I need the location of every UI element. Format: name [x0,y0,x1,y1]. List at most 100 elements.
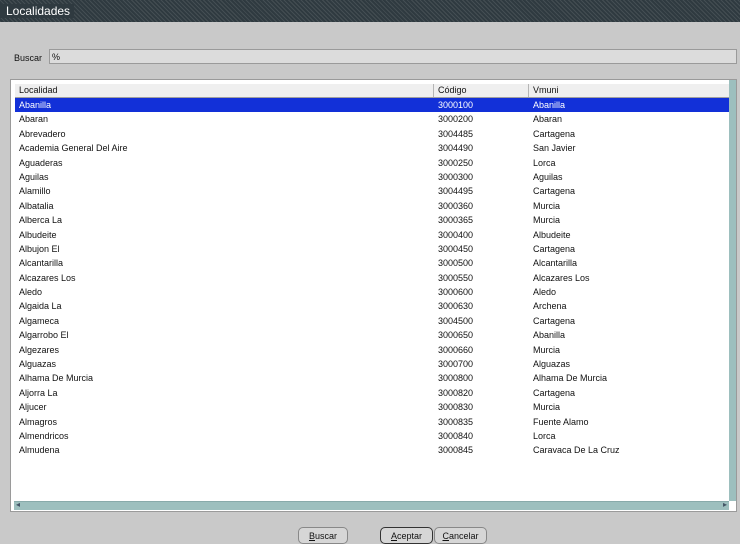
codigo-cell: 3000500 [438,258,474,269]
vmuni-cell: Murcia [533,215,561,226]
codigo-cell: 3000365 [438,215,474,226]
codigo-cell: 3004490 [438,143,474,154]
codigo-cell: 3000845 [438,445,474,456]
localidad-cell: Alhama De Murcia [19,373,94,384]
table-row[interactable]: Alberca La 3000365 Murcia [15,213,730,227]
column-header-localidad[interactable]: Localidad [15,84,434,97]
grid-body: Abanilla 3000100 Abanilla Abaran 3000200 Abar… [15,98,730,458]
table-row[interactable]: Academia General Del Aire 3004490 San Javi… [15,141,730,155]
table-row[interactable]: Aguilas 3000300 Aguilas [15,170,730,184]
localidad-cell: Abrevadero [19,128,66,139]
table-row[interactable]: Abanilla 3000100 Abanilla [15,98,730,113]
vmuni-cell: Cartagena [533,387,576,398]
vmuni-cell: Aledo [533,287,557,298]
vmuni-cell: San Javier [533,143,576,154]
codigo-cell: 3000820 [438,387,474,398]
vmuni-cell: Murcia [533,200,561,211]
table-row[interactable]: Alcantarilla 3000500 Alcantarilla [15,256,730,270]
table-row[interactable]: Aledo 3000600 Aledo [15,285,730,299]
codigo-cell: 3000650 [438,330,474,341]
localidad-cell: Algameca [19,315,60,326]
table-row[interactable]: Algarrobo El 3000650 Abanilla [15,328,730,342]
column-header-codigo[interactable]: Código [434,84,529,97]
localidad-cell: Almendricos [19,430,69,441]
table-row[interactable]: Alguazas 3000700 Alguazas [15,357,730,371]
horizontal-scrollbar[interactable]: ◂ ▸ [14,500,729,510]
localidad-cell: Albatalia [19,200,54,211]
localidad-cell: Alguazas [19,359,57,370]
vmuni-cell: Fuente Alamo [533,416,589,427]
table-row[interactable]: Aljucer 3000830 Murcia [15,400,730,414]
localidad-cell: Almudena [19,445,60,456]
codigo-cell: 3000700 [438,359,474,370]
vmuni-cell: Cartagena [533,186,576,197]
vmuni-cell: Alhama De Murcia [533,373,608,384]
localidad-cell: Algezares [19,344,60,355]
search-input[interactable] [49,49,737,64]
vmuni-cell: Alcantarilla [533,258,578,269]
window-title: Localidades [0,4,75,18]
table-row[interactable]: Almudena 3000845 Caravaca De La Cruz [15,443,730,457]
vmuni-cell: Albudeite [533,229,571,240]
vmuni-cell: Lorca [533,157,556,168]
localidad-cell: Albudeite [19,229,57,240]
vertical-scrollbar[interactable] [729,80,736,501]
table-row[interactable]: Aljorra La 3000820 Cartagena [15,386,730,400]
vmuni-cell: Abaran [533,114,563,125]
accept-button[interactable]: Aceptar [380,527,433,544]
table-row[interactable]: Almendricos 3000840 Lorca [15,429,730,443]
localidad-cell: Alcantarilla [19,258,64,269]
results-grid-frame: Localidad Código Vmuni Abanilla 3000100 Ab… [10,79,737,512]
localidad-cell: Alberca La [19,215,63,226]
localidad-cell: Aledo [19,287,43,298]
vmuni-cell: Lorca [533,430,556,441]
localidad-cell: Aljorra La [19,387,58,398]
vmuni-cell: Caravaca De La Cruz [533,445,620,456]
table-row[interactable]: Almagros 3000835 Fuente Alamo [15,415,730,429]
search-label: Buscar [14,53,43,63]
codigo-cell: 3000200 [438,114,474,125]
codigo-cell: 3004485 [438,128,474,139]
table-row[interactable]: Abaran 3000200 Abaran [15,112,730,126]
localidad-cell: Almagros [19,416,58,427]
codigo-cell: 3000450 [438,243,474,254]
column-header-vmuni[interactable]: Vmuni [529,84,730,97]
table-row[interactable]: Abrevadero 3004485 Cartagena [15,127,730,141]
vmuni-cell: Alcazares Los [533,272,590,283]
table-row[interactable]: Algezares 3000660 Murcia [15,343,730,357]
localidad-cell: Aljucer [19,402,47,413]
cancel-button[interactable]: Cancelar [434,527,487,544]
table-row[interactable]: Albudeite 3000400 Albudeite [15,228,730,242]
codigo-cell: 3000600 [438,287,474,298]
search-button[interactable]: Buscar [298,527,348,544]
vmuni-cell: Abanilla [533,100,566,110]
codigo-cell: 3000830 [438,402,474,413]
vmuni-cell: Cartagena [533,243,576,254]
vmuni-cell: Alguazas [533,359,571,370]
vmuni-cell: Aguilas [533,171,563,182]
table-row[interactable]: Alamillo 3004495 Cartagena [15,184,730,198]
scroll-right-arrow-icon[interactable]: ▸ [723,500,727,509]
codigo-cell: 3000550 [438,272,474,283]
vmuni-cell: Cartagena [533,315,576,326]
localidad-cell: Alamillo [19,186,51,197]
table-row[interactable]: Albujon El 3000450 Cartagena [15,242,730,256]
window-titlebar: Localidades [0,0,740,22]
codigo-cell: 3000400 [438,229,474,240]
localidad-cell: Algarrobo El [19,330,69,341]
codigo-cell: 3004495 [438,186,474,197]
table-row[interactable]: Albatalia 3000360 Murcia [15,199,730,213]
table-row[interactable]: Aguaderas 3000250 Lorca [15,156,730,170]
localidad-cell: Algaida La [19,301,62,312]
codigo-cell: 3000840 [438,430,474,441]
table-row[interactable]: Algaida La 3000630 Archena [15,299,730,313]
codigo-cell: 3000800 [438,373,474,384]
localidad-cell: Aguaderas [19,157,63,168]
table-row[interactable]: Alhama De Murcia 3000800 Alhama De Murcia [15,371,730,385]
vmuni-cell: Murcia [533,344,561,355]
scroll-left-arrow-icon[interactable]: ◂ [16,500,20,509]
results-grid: Localidad Código Vmuni Abanilla 3000100 Ab… [15,84,730,498]
table-row[interactable]: Alcazares Los 3000550 Alcazares Los [15,271,730,285]
table-row[interactable]: Algameca 3004500 Cartagena [15,314,730,328]
codigo-cell: 3000660 [438,344,474,355]
